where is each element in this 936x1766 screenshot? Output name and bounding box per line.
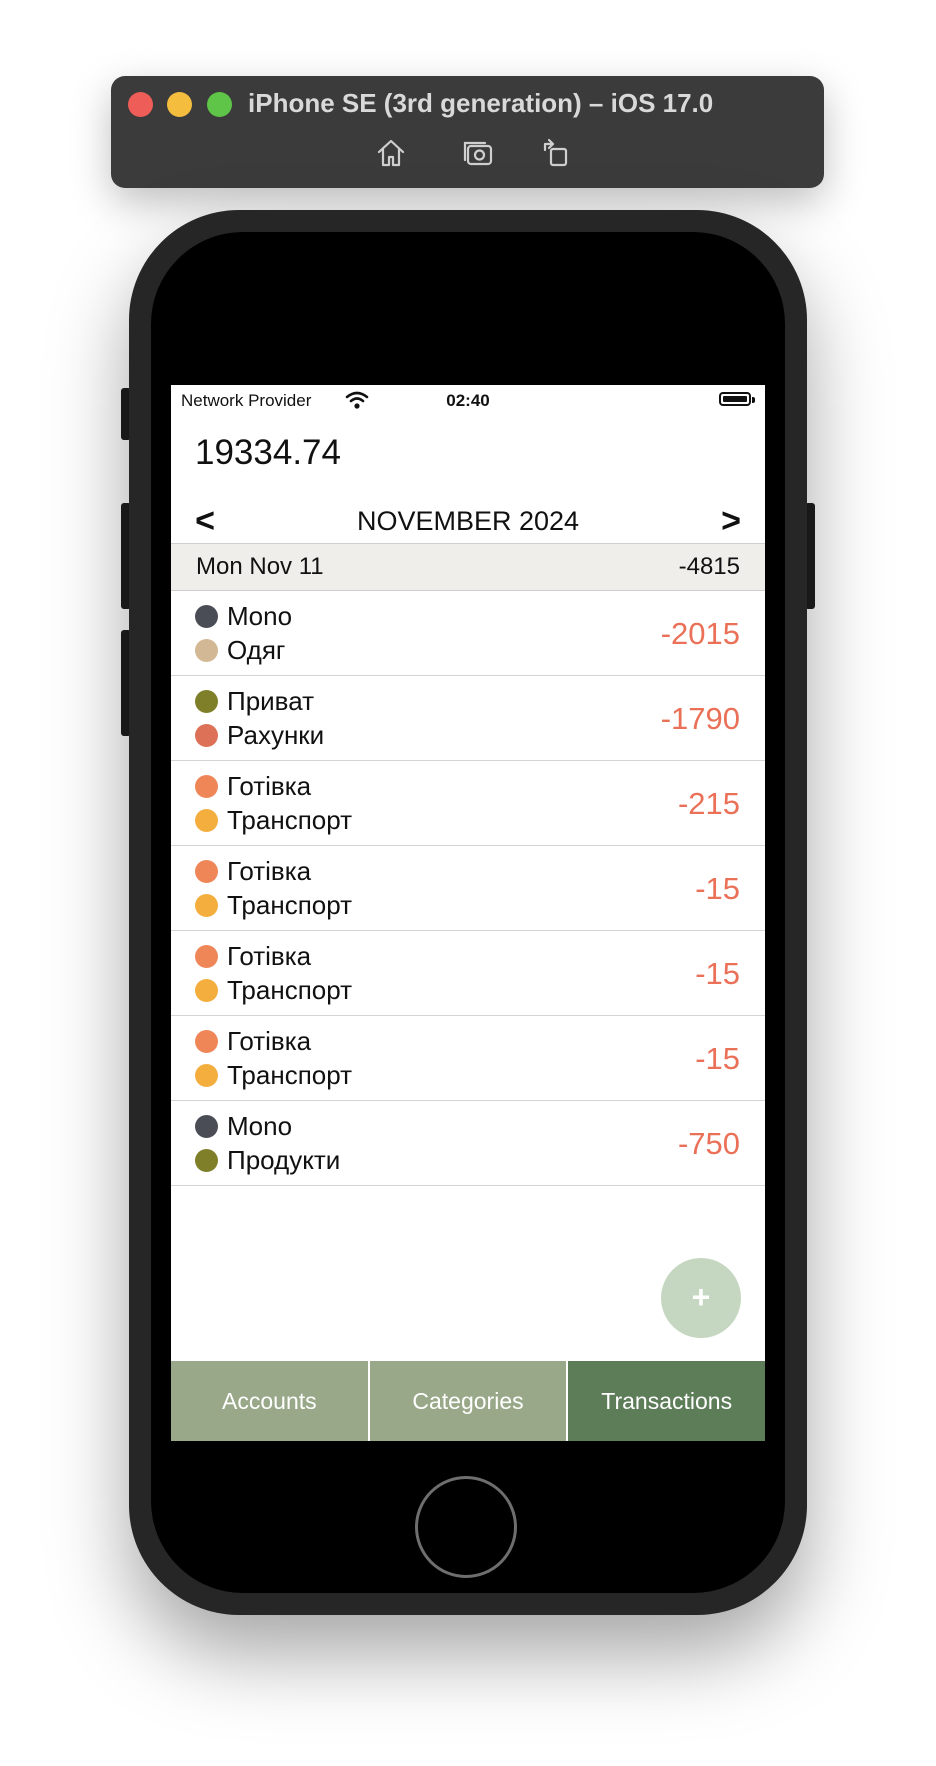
account-color-dot: [195, 944, 218, 968]
category-color-dot: [195, 893, 218, 917]
tab-bar: Accounts Categories Transactions: [171, 1361, 765, 1441]
category-color-dot: [195, 638, 218, 662]
transaction-category: Продукти: [227, 1144, 341, 1175]
transaction-account: Приват: [227, 685, 314, 716]
transaction-category: Транспорт: [227, 889, 353, 920]
transaction-category: Транспорт: [227, 974, 353, 1005]
transaction-category: Одяг: [227, 634, 286, 665]
transaction-account: Mono: [227, 1110, 293, 1141]
transaction-amount: -1790: [660, 701, 740, 736]
category-color-dot: [195, 978, 218, 1002]
transaction-row[interactable]: Готівка Транспорт -215: [171, 761, 765, 846]
transaction-account: Mono: [227, 600, 293, 631]
next-month-button[interactable]: >: [711, 499, 751, 543]
home-button[interactable]: [415, 1476, 517, 1578]
transaction-account: Готівка: [227, 940, 312, 971]
close-window-button[interactable]: [128, 92, 153, 117]
transaction-category: Транспорт: [227, 804, 353, 835]
transaction-row[interactable]: Готівка Транспорт -15: [171, 846, 765, 931]
screenshot-icon[interactable]: [461, 136, 495, 170]
tab-transactions[interactable]: Transactions: [566, 1361, 765, 1441]
tab-accounts[interactable]: Accounts: [171, 1361, 368, 1441]
transaction-category: Транспорт: [227, 1059, 353, 1090]
transaction-account: Готівка: [227, 1025, 312, 1056]
account-color-dot: [195, 604, 218, 628]
transaction-list: Mono Одяг -2015 Приват Рахунки -1790 Гот…: [171, 591, 765, 1186]
transaction-row[interactable]: Приват Рахунки -1790: [171, 676, 765, 761]
account-color-dot: [195, 1029, 218, 1053]
account-color-dot: [195, 1114, 218, 1138]
transaction-row[interactable]: Mono Продукти -750: [171, 1101, 765, 1186]
battery-tip: [752, 397, 755, 403]
transaction-amount: -15: [695, 871, 740, 906]
transaction-category: Рахунки: [227, 719, 325, 750]
transaction-account: Готівка: [227, 770, 312, 801]
app-screen: Network Provider 02:40 19334.74 < NOVEMB…: [171, 385, 765, 1441]
zoom-window-button[interactable]: [207, 92, 232, 117]
rotate-icon[interactable]: [539, 136, 573, 170]
status-time: 02:40: [446, 391, 490, 410]
transaction-account: Готівка: [227, 855, 312, 886]
home-icon[interactable]: [374, 136, 408, 170]
account-color-dot: [195, 774, 218, 798]
transaction-amount: -15: [695, 956, 740, 991]
transaction-row[interactable]: Готівка Транспорт -15: [171, 1016, 765, 1101]
month-label: NOVEMBER 2024: [356, 506, 580, 536]
transaction-row[interactable]: Готівка Транспорт -15: [171, 931, 765, 1016]
category-color-dot: [195, 808, 218, 832]
simulator-title: iPhone SE (3rd generation) – iOS 17.0: [248, 88, 714, 118]
transaction-row[interactable]: Mono Одяг -2015: [171, 591, 765, 676]
minimize-window-button[interactable]: [167, 92, 192, 117]
transaction-amount: -2015: [660, 616, 740, 651]
tab-categories[interactable]: Categories: [367, 1361, 567, 1441]
day-section-header: Mon Nov 11 -4815: [171, 543, 765, 591]
total-balance: 19334.74: [195, 433, 341, 472]
day-total: -4815: [678, 553, 740, 580]
month-navigator: < NOVEMBER 2024 >: [171, 499, 765, 543]
category-color-dot: [195, 1148, 218, 1172]
transaction-amount: -750: [677, 1126, 740, 1161]
day-date: Mon Nov 11: [196, 553, 324, 580]
transaction-amount: -215: [677, 786, 740, 821]
category-color-dot: [195, 723, 218, 747]
transaction-amount: -15: [695, 1041, 740, 1076]
add-transaction-button[interactable]: +: [661, 1258, 741, 1338]
account-color-dot: [195, 859, 218, 883]
account-color-dot: [195, 689, 218, 713]
status-bar: Network Provider 02:40: [171, 385, 765, 417]
category-color-dot: [195, 1063, 218, 1087]
battery-icon: [719, 392, 751, 406]
